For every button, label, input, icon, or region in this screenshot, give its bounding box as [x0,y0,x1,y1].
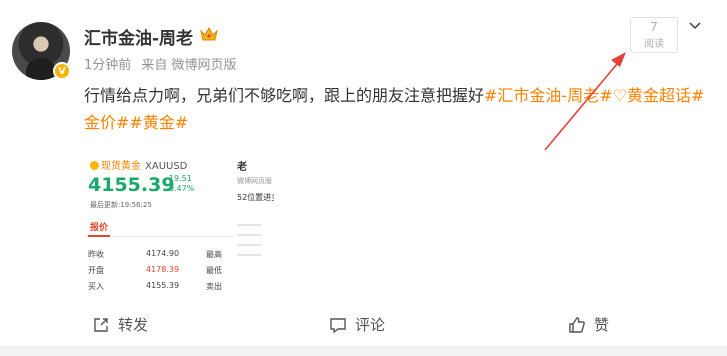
post-meta: 1分钟前 来自 微博网页版 [84,54,243,73]
verified-badge: V [53,62,71,80]
tab-underline [88,235,110,237]
quote-change-pct: -0.47% [166,184,195,193]
quote-row-value: 4178.39 [146,265,180,274]
quote-row-key: 买入 [88,282,104,291]
comment-icon [330,317,346,333]
hashtag-gold[interactable]: #黄金# [129,113,188,132]
feed-separator [0,346,727,356]
read-label: 阅读 [644,39,664,50]
comment-button[interactable]: 评论 [329,314,385,335]
quote-row-value: 4174.90 [146,249,180,258]
read-count: 7 [650,20,658,34]
gold-coin-icon [90,161,99,170]
crown-icon [200,26,218,41]
like-label: 赞 [594,316,610,334]
side-source: 微博网页版 [237,177,272,185]
quote-change: -19.51 -0.47% [166,174,194,194]
side-author-name: 老 [237,162,247,173]
post-source: 来自 微博网页版 [141,58,237,73]
repost-label: 转发 [118,316,149,334]
post-image-side[interactable]: 老 微博网页版 52位置进多，防守4146，目标看百点 [234,150,274,298]
instrument-symbol: XAUUSD [145,161,188,172]
thumbs-up-icon [569,316,585,333]
quote-row-key2: 最高 [206,250,222,259]
quote-updated: 最后更新:19:56:25 [90,201,152,209]
post-text: 行情给点力啊，兄弟们不够吃啊，跟上的朋友注意把握好#汇市金油-周老#♡黄金超话 #… [84,82,714,136]
repost-icon [94,317,108,332]
quote-row-key: 昨收 [88,250,104,259]
comment-label: 评论 [355,316,386,334]
quote-tab: 报价 [90,223,109,233]
hashtag-super-topic[interactable]: ♡黄金超话 [613,86,691,105]
post-body-text: 行情给点力啊，兄弟们不够吃啊，跟上的朋友注意把握好 [84,86,485,105]
repost-button[interactable]: 转发 [92,314,148,335]
quote-price: 4155.39 [88,174,175,196]
instrument-name: 现货黄金 [101,161,141,172]
side-placeholder-lines [237,224,267,264]
quote-row-key: 开盘 [88,266,104,275]
read-counter: 7 阅读 [630,17,678,53]
post-time[interactable]: 1分钟前 [84,58,131,73]
author-name[interactable]: 汇市金油-周老 [84,24,193,49]
side-text: 52位置进多，防守4146，目标看百点 [237,193,274,202]
like-button[interactable]: 赞 [568,314,609,335]
weibo-post-card: V 汇市金油-周老 1分钟前 来自 微博网页版 7 阅读 行情给点力啊，兄弟们不… [0,0,727,346]
chevron-down-icon[interactable] [687,18,703,34]
quote-row-key2: 最低 [206,266,222,275]
quote-header: 现货黄金 XAUUSD [90,157,187,172]
hashtag-author[interactable]: #汇市金油-周老# [484,86,613,105]
quote-change-abs: -19.51 [166,174,192,183]
quote-row-value: 4155.39 [146,281,180,290]
quote-row-key2: 卖出 [206,282,222,291]
action-bar: 转发 评论 赞 [0,308,727,342]
